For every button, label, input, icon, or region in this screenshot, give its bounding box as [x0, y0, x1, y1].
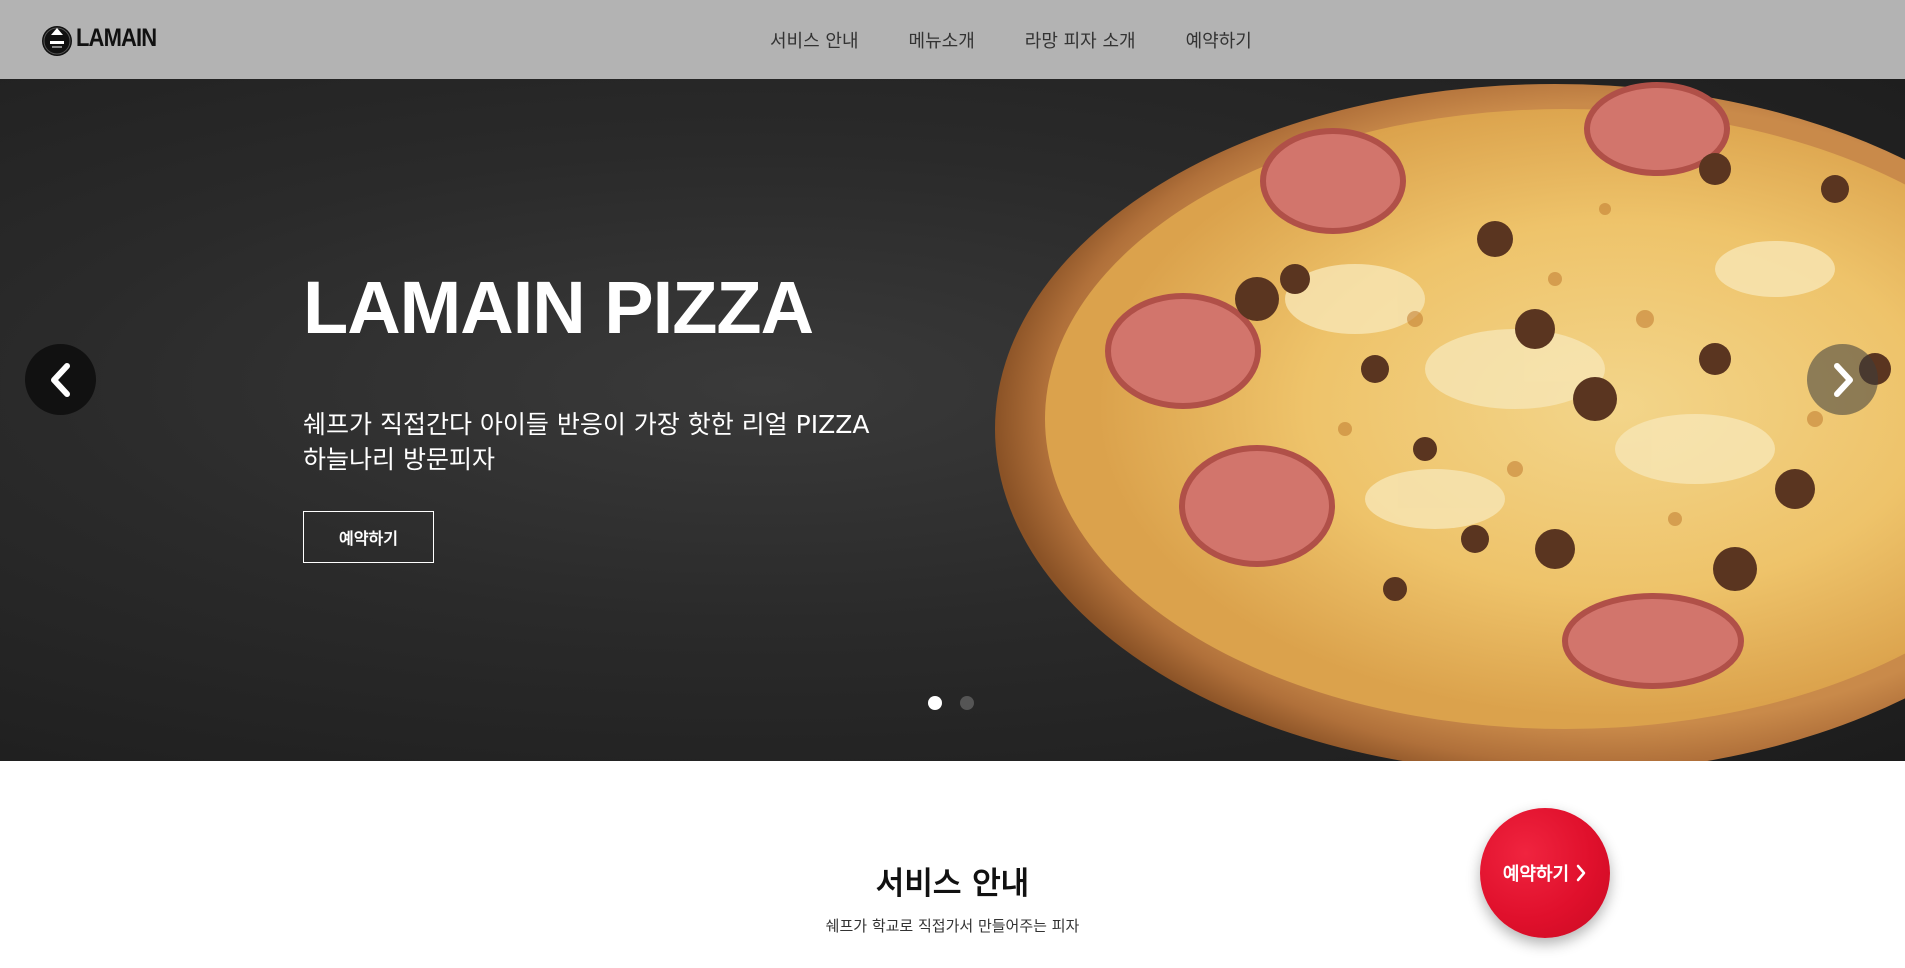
slider-pagination [928, 696, 974, 710]
hero-slider: LAMAIN PIZZA 쉐프가 직접간다 아이들 반응이 가장 핫한 리얼 P… [0, 79, 1905, 761]
hero-reservation-button[interactable]: 예약하기 [303, 511, 434, 563]
chevron-right-icon [1833, 362, 1853, 397]
floating-reservation-button[interactable]: 예약하기 [1480, 808, 1610, 938]
slider-next-button[interactable] [1807, 344, 1878, 415]
hero-subtitle-line1: 쉐프가 직접간다 아이들 반응이 가장 핫한 리얼 PIZZA [303, 410, 870, 439]
hero-subtitle: 쉐프가 직접간다 아이들 반응이 가장 핫한 리얼 PIZZA 하늘나리 방문피… [303, 407, 923, 477]
service-section-description: 쉐프가 학교로 직접가서 만들어주는 피자 [825, 917, 1080, 935]
slider-dot-1[interactable] [928, 696, 942, 710]
slider-prev-button[interactable] [25, 344, 96, 415]
hero-subtitle-line2: 하늘나리 방문피자 [303, 445, 495, 474]
nav-item-about[interactable]: 라망 피자 소개 [1025, 27, 1136, 53]
logo-text: LAMAIN [76, 23, 157, 52]
chevron-left-icon [50, 362, 70, 397]
hero-title: LAMAIN PIZZA [303, 266, 814, 349]
logo[interactable]: LAMAIN [41, 19, 167, 57]
floating-reservation-label: 예약하기 [1502, 864, 1570, 885]
nav-item-reservation[interactable]: 예약하기 [1186, 27, 1252, 53]
main-nav: 서비스 안내 메뉴소개 라망 피자 소개 예약하기 [770, 0, 1302, 79]
nav-item-service[interactable]: 서비스 안내 [770, 27, 859, 53]
site-header: LAMAIN 서비스 안내 메뉴소개 라망 피자 소개 예약하기 [0, 0, 1905, 79]
logo-badge-icon [41, 19, 73, 57]
chevron-right-icon [1576, 864, 1586, 882]
nav-item-menu[interactable]: 메뉴소개 [909, 27, 975, 53]
service-section-title: 서비스 안내 [875, 866, 1030, 902]
slider-dot-2[interactable] [960, 696, 974, 710]
pizza-image [995, 82, 1905, 761]
